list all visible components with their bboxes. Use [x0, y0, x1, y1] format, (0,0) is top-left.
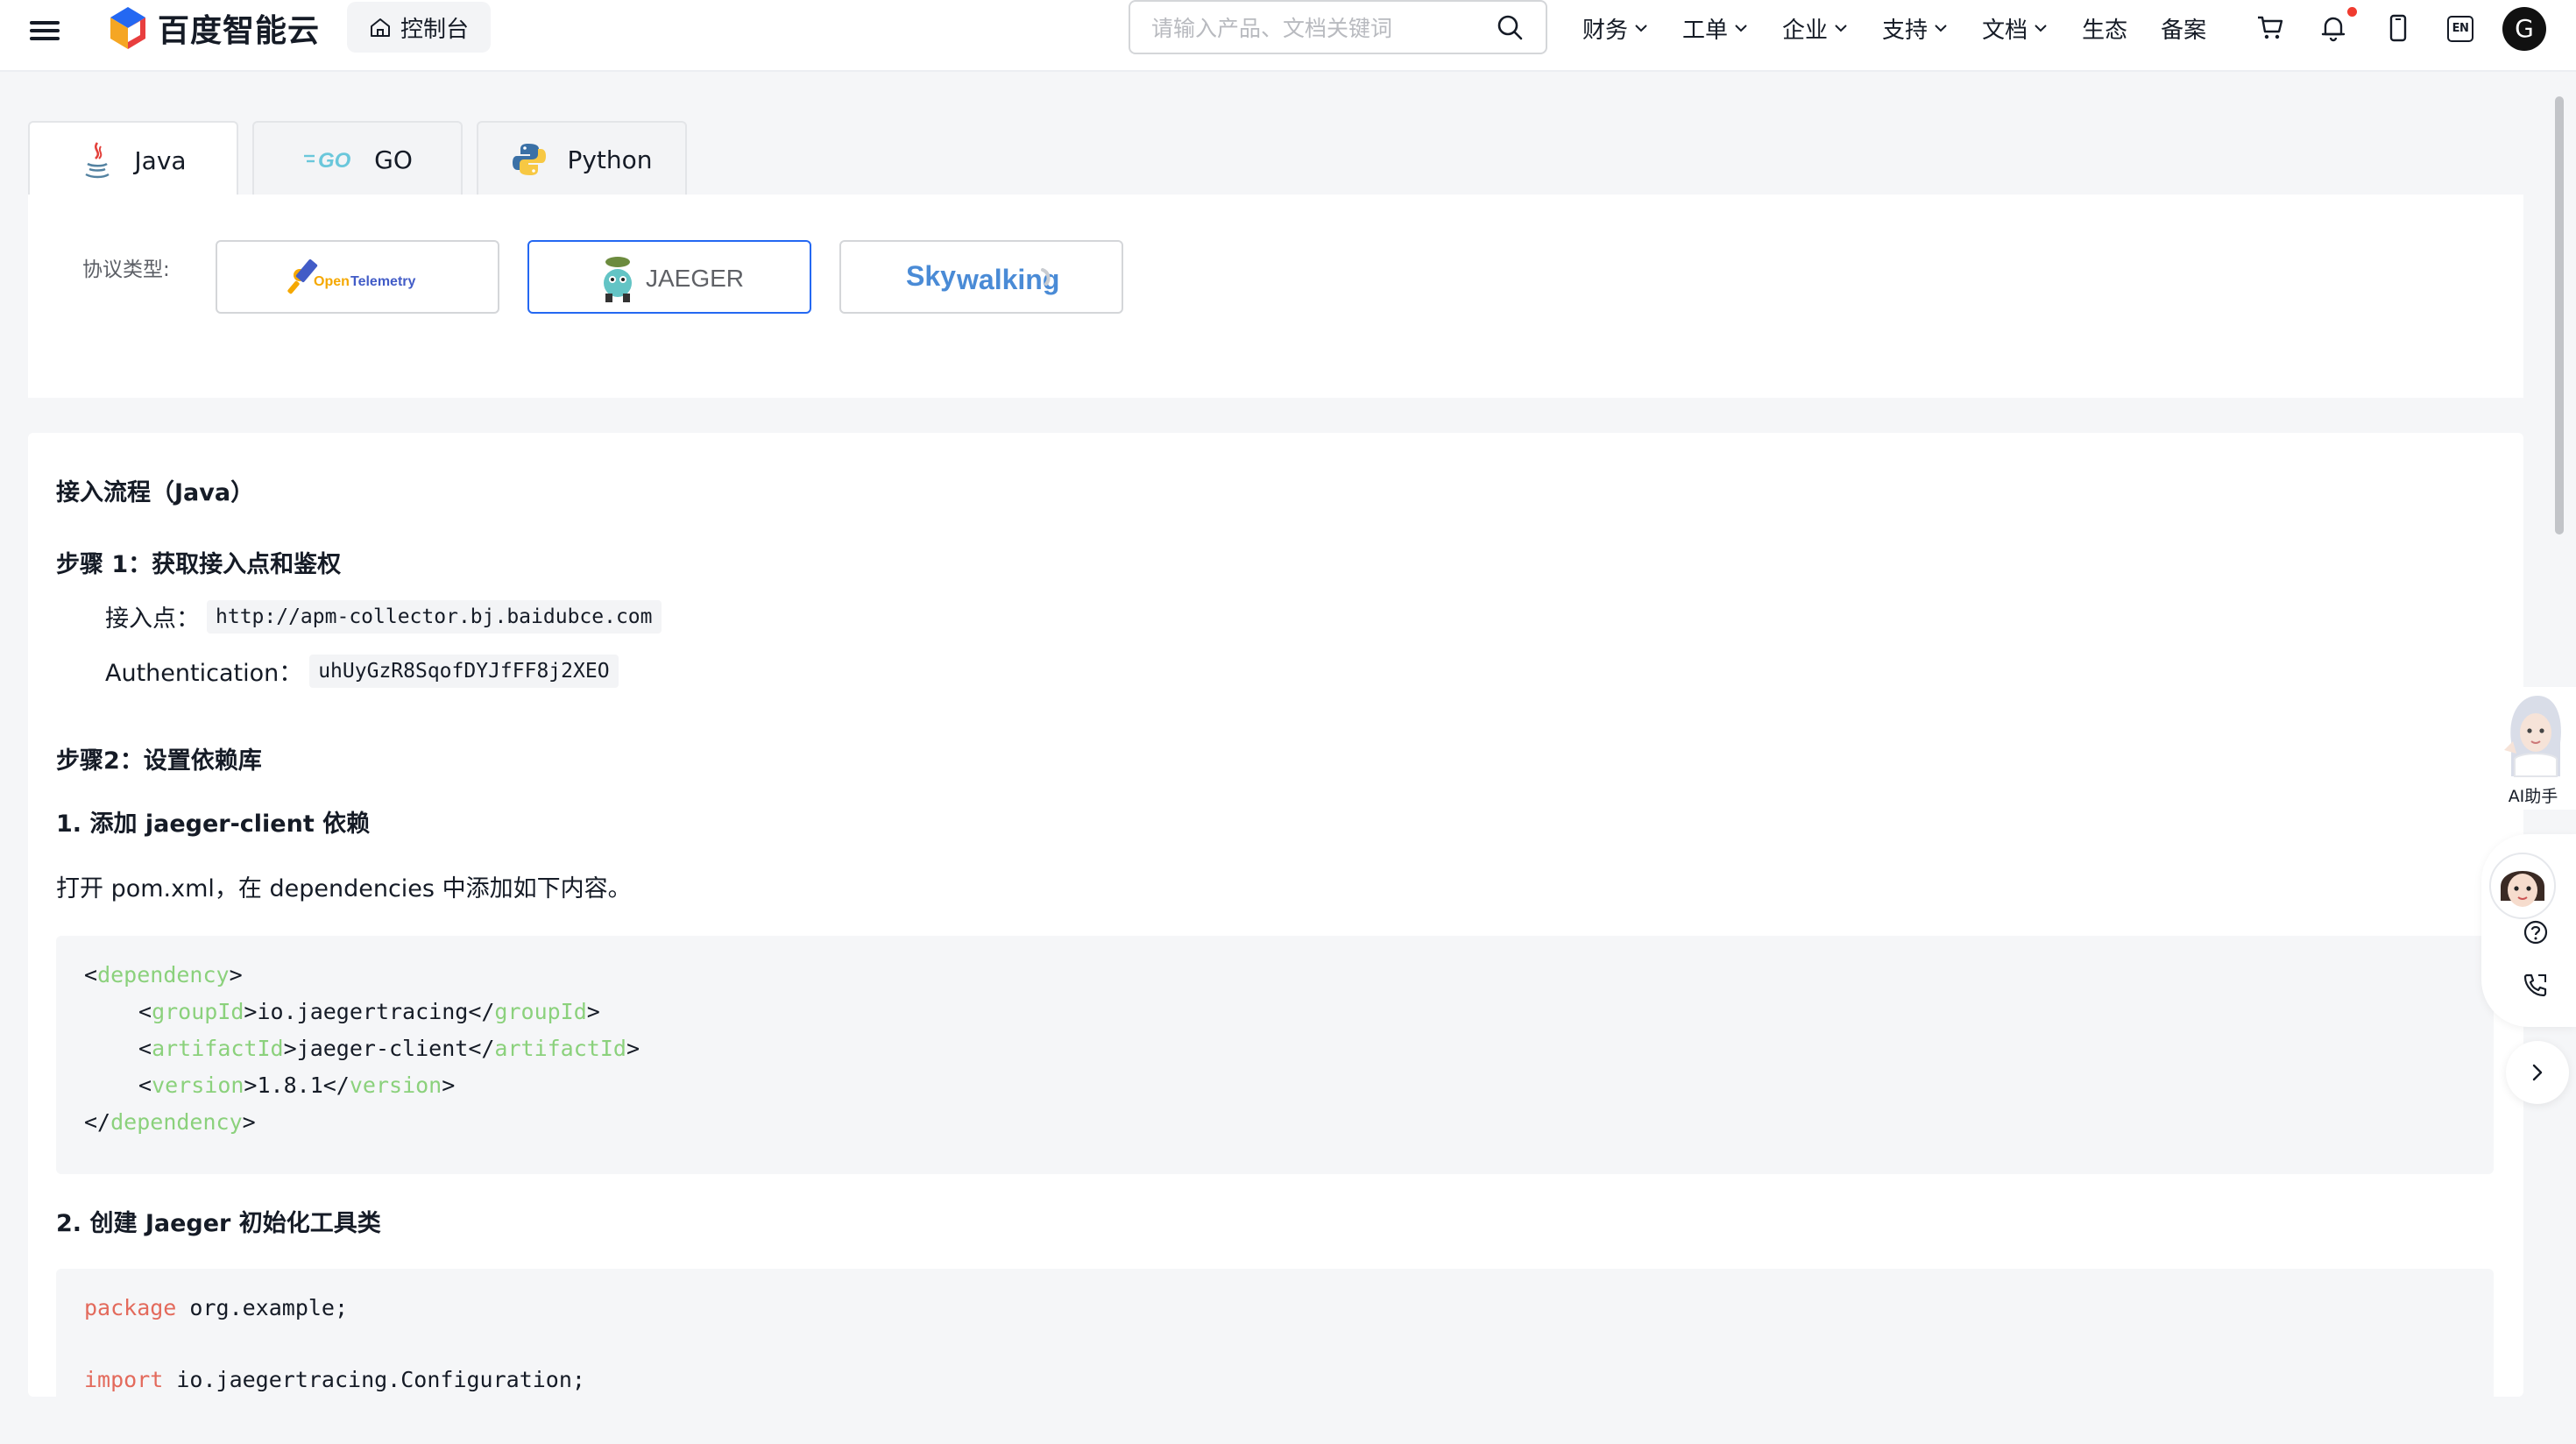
- cart-icon[interactable]: [2255, 13, 2285, 43]
- logo-text: 百度智能云: [158, 13, 321, 49]
- expand-rail-button[interactable]: [2506, 1041, 2569, 1104]
- code-line: </dependency>: [84, 1109, 256, 1135]
- auth-value[interactable]: uhUyGzR8SqofDYJfFF8j2XEO: [309, 654, 619, 688]
- phone-call-icon[interactable]: [2522, 971, 2550, 999]
- ai-assistant-avatar-icon: [2504, 696, 2561, 777]
- nav-docs[interactable]: 文档: [1982, 12, 2049, 45]
- protocol-label: 协议类型:: [82, 258, 170, 281]
- protocol-panel: 协议类型: Open Telemetry JAEGER Sky walking: [28, 195, 2523, 398]
- ai-helper-label: AI助手: [2508, 787, 2558, 806]
- phone-icon[interactable]: [2383, 13, 2413, 43]
- code-line: package org.example;: [84, 1295, 349, 1320]
- avatar-icon[interactable]: [2488, 852, 2557, 920]
- sub1-heading: 1. 添加 jaeger-client 依赖: [56, 810, 371, 838]
- home-icon: [370, 18, 390, 37]
- jaeger-logo-icon: JAEGER: [604, 257, 744, 302]
- java-icon: [85, 142, 110, 179]
- code-block-pom[interactable]: <dependency> <groupId>io.jaegertracing</…: [56, 936, 2494, 1174]
- code-line: <artifactId>jaeger-client</artifactId>: [138, 1036, 640, 1061]
- logo[interactable]: 百度智能云: [105, 4, 320, 53]
- protocol-jaeger[interactable]: JAEGER: [527, 240, 811, 314]
- skywalking-logo-icon: Sky walking: [906, 260, 1059, 295]
- chevron-down-icon: [1635, 25, 1647, 32]
- tab-go-label: GO: [374, 145, 413, 174]
- language-icon[interactable]: EN: [2447, 16, 2473, 42]
- endpoint-value[interactable]: http://apm-collector.bj.baidubce.com: [207, 599, 662, 634]
- code-line: <version>1.8.1</version>: [138, 1072, 456, 1098]
- code-line: import io.jaegertracing.Configuration;: [84, 1367, 585, 1392]
- doc-title: 接入流程（Java）: [56, 479, 255, 506]
- top-navbar: 百度智能云 控制台 请输入产品、文档关键词 财务 工单 企业 支持 文档 生态 …: [0, 0, 2576, 72]
- skywalking-logo-part-a: Sky: [906, 260, 956, 292]
- protocol-opentelemetry[interactable]: Open Telemetry: [216, 240, 499, 314]
- console-button[interactable]: 控制台: [347, 2, 491, 53]
- chevron-right-icon: [2532, 1064, 2543, 1081]
- nav-ticket[interactable]: 工单: [1682, 12, 1749, 45]
- protocol-skywalking[interactable]: Sky walking: [839, 240, 1123, 314]
- auth-row: Authentication： uhUyGzR8SqofDYJfFF8j2XEO: [105, 654, 619, 688]
- menu-icon[interactable]: [30, 18, 60, 47]
- tab-python[interactable]: Python: [477, 121, 687, 196]
- tab-python-label: Python: [567, 145, 653, 174]
- opentelemetry-logo-icon: Open Telemetry: [287, 259, 416, 294]
- notification-dot: [2347, 7, 2357, 17]
- search-input[interactable]: 请输入产品、文档关键词: [1129, 0, 1547, 54]
- go-icon: GO: [304, 149, 351, 173]
- tab-java-label: Java: [134, 145, 187, 175]
- code-block-java[interactable]: package org.example; import io.jaegertra…: [56, 1269, 2494, 1444]
- help-icon[interactable]: [2522, 918, 2550, 946]
- nav-enterprise[interactable]: 企业: [1782, 12, 1849, 45]
- skywalking-logo-part-b: walking: [956, 264, 1059, 295]
- ai-helper-button[interactable]: AI助手: [2490, 687, 2576, 810]
- chevron-down-icon: [1735, 25, 1747, 32]
- doc-content: 接入流程（Java） 步骤 1：获取接入点和鉴权 接入点： http://apm…: [28, 433, 2523, 1444]
- svg-text:GO: GO: [318, 149, 351, 173]
- chevron-down-icon: [1935, 25, 1947, 32]
- user-avatar[interactable]: G: [2502, 7, 2546, 51]
- opentelemetry-logo-part-b: Telemetry: [350, 274, 416, 289]
- sub1-description: 打开 pom.xml，在 dependencies 中添加如下内容。: [56, 875, 632, 902]
- tab-java[interactable]: Java: [28, 121, 238, 198]
- baidu-cloud-logo-icon: [110, 7, 145, 49]
- tab-go[interactable]: GO GO: [252, 121, 463, 196]
- step2-heading: 步骤2：设置依赖库: [56, 747, 262, 775]
- auth-label: Authentication：: [105, 660, 303, 687]
- step1-heading: 步骤 1：获取接入点和鉴权: [56, 551, 342, 578]
- jaeger-logo-text: JAEGER: [646, 265, 744, 292]
- chevron-down-icon: [2035, 25, 2047, 32]
- floating-toolbar: [2481, 834, 2576, 1027]
- nav-ecosystem[interactable]: 生态: [2082, 12, 2127, 45]
- opentelemetry-logo-part-a: Open: [314, 274, 350, 289]
- chevron-down-icon: [1835, 25, 1847, 32]
- search-placeholder: 请输入产品、文档关键词: [1151, 16, 1393, 41]
- nav-support[interactable]: 支持: [1882, 12, 1949, 45]
- scrollbar-thumb[interactable]: [2555, 96, 2564, 534]
- sub2-heading: 2. 创建 Jaeger 初始化工具类: [56, 1210, 381, 1237]
- python-icon: [513, 144, 547, 175]
- search-icon[interactable]: [1495, 12, 1525, 42]
- endpoint-row: 接入点： http://apm-collector.bj.baidubce.co…: [105, 599, 662, 634]
- endpoint-label: 接入点：: [105, 605, 200, 633]
- bell-icon[interactable]: [2318, 13, 2348, 43]
- console-label: 控制台: [400, 16, 469, 43]
- nav-finance[interactable]: 财务: [1582, 12, 1649, 45]
- main-nav: 财务 工单 企业 支持 文档 生态 备案: [1582, 11, 2240, 46]
- nav-filing[interactable]: 备案: [2161, 12, 2206, 45]
- code-line: <groupId>io.jaegertracing</groupId>: [138, 999, 600, 1024]
- code-line: <dependency>: [84, 962, 243, 987]
